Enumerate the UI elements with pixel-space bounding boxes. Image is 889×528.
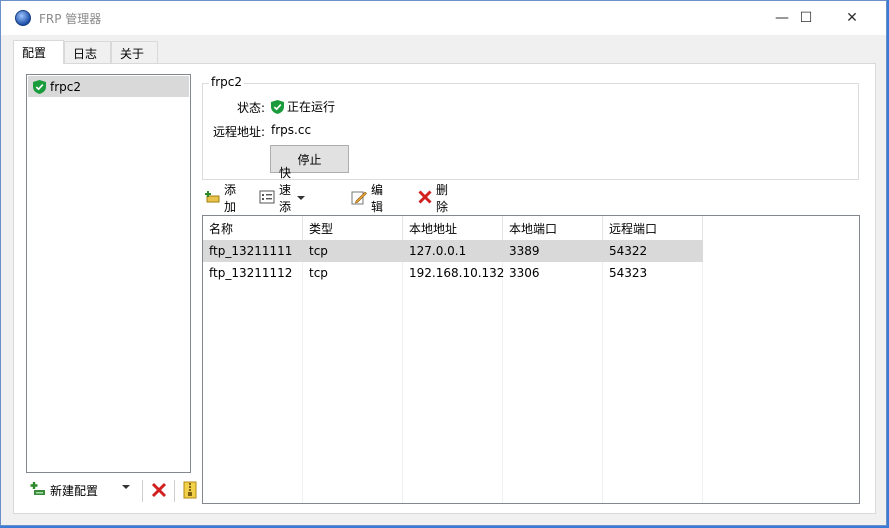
delete-label: 删除	[436, 183, 449, 214]
toolbar-separator	[174, 480, 175, 502]
tab-config[interactable]: 配置	[13, 40, 64, 64]
shield-check-icon	[33, 79, 46, 94]
quick-add-button[interactable]: 快速添加	[259, 166, 306, 231]
cell-local-port: 3306	[509, 266, 540, 280]
table-row[interactable]: ftp_13211112 tcp 192.168.10.132 3306 543…	[203, 262, 703, 284]
tab-about[interactable]: 关于	[111, 41, 158, 64]
tab-log[interactable]: 日志	[64, 41, 111, 64]
toolbar-separator	[142, 480, 143, 502]
remote-address-value: frps.cc	[271, 123, 312, 137]
cell-name: ftp_13211111	[209, 244, 293, 258]
running-shield-icon	[271, 99, 284, 114]
new-config-dropdown-arrow-icon[interactable]	[122, 485, 130, 489]
status-value: 正在运行	[271, 98, 335, 115]
config-item-frpc2[interactable]: frpc2	[28, 76, 189, 97]
group-title: frpc2	[209, 75, 245, 89]
table-header: 名称 类型 本地地址 本地端口 远程端口	[203, 216, 859, 240]
config-item-label: frpc2	[50, 79, 82, 94]
add-config-icon	[30, 481, 46, 500]
cell-local-address: 192.168.10.132	[409, 266, 505, 280]
title-bar[interactable]: FRP 管理器 — ☐ ✕	[1, 1, 886, 35]
zip-archive-icon[interactable]	[183, 481, 197, 502]
table-row[interactable]: ftp_13211111 tcp 127.0.0.1 3389 54322	[203, 240, 703, 262]
add-proxy-button[interactable]: 添加	[204, 183, 236, 214]
cell-remote-port: 54323	[609, 266, 648, 280]
cell-local-address: 127.0.0.1	[409, 244, 467, 258]
config-page: frpc2 新建配置 frpc2 状态: 正在运行 远程地址: frps.cc …	[13, 63, 876, 514]
column-header-remote-port[interactable]: 远程端口	[603, 216, 703, 240]
remote-address-label: 远程地址:	[212, 125, 265, 139]
delete-config-icon[interactable]	[151, 482, 167, 501]
close-button[interactable]: ✕	[829, 1, 875, 35]
new-config-label: 新建配置	[50, 483, 99, 498]
delete-x-icon	[418, 189, 432, 207]
edit-pencil-icon	[351, 189, 367, 208]
new-config-button[interactable]: 新建配置	[30, 478, 98, 502]
maximize-button[interactable]: ☐	[783, 1, 829, 35]
column-header-type[interactable]: 类型	[303, 216, 403, 240]
app-window: FRP 管理器 — ☐ ✕ 配置 日志 关于 frpc2 新建配置 frpc2 …	[0, 0, 887, 526]
cell-type: tcp	[309, 266, 328, 280]
cell-remote-port: 54322	[609, 244, 648, 258]
cell-type: tcp	[309, 244, 328, 258]
config-list[interactable]: frpc2	[26, 74, 191, 473]
edit-proxy-button[interactable]: 编辑	[351, 183, 383, 214]
status-label: 状态:	[236, 101, 265, 115]
cell-name: ftp_13211112	[209, 266, 293, 280]
quick-add-list-icon	[259, 190, 275, 207]
window-title: FRP 管理器	[39, 12, 102, 26]
chevron-down-icon	[297, 196, 306, 200]
app-logo-icon	[15, 10, 31, 26]
config-toolbar: 新建配置	[26, 478, 197, 504]
column-header-local-address[interactable]: 本地地址	[403, 216, 503, 240]
add-label: 添加	[224, 183, 237, 214]
column-header-local-port[interactable]: 本地端口	[503, 216, 603, 240]
status-text: 正在运行	[287, 100, 336, 114]
cell-local-port: 3389	[509, 244, 540, 258]
add-icon	[204, 190, 220, 207]
config-detail-group: frpc2 状态: 正在运行 远程地址: frps.cc 停止	[202, 75, 859, 180]
delete-proxy-button[interactable]: 删除	[418, 183, 448, 214]
proxy-table[interactable]: 名称 类型 本地地址 本地端口 远程端口 ftp_13211111 tcp 12…	[202, 215, 860, 504]
column-header-name[interactable]: 名称	[203, 216, 303, 240]
edit-label: 编辑	[371, 183, 384, 214]
